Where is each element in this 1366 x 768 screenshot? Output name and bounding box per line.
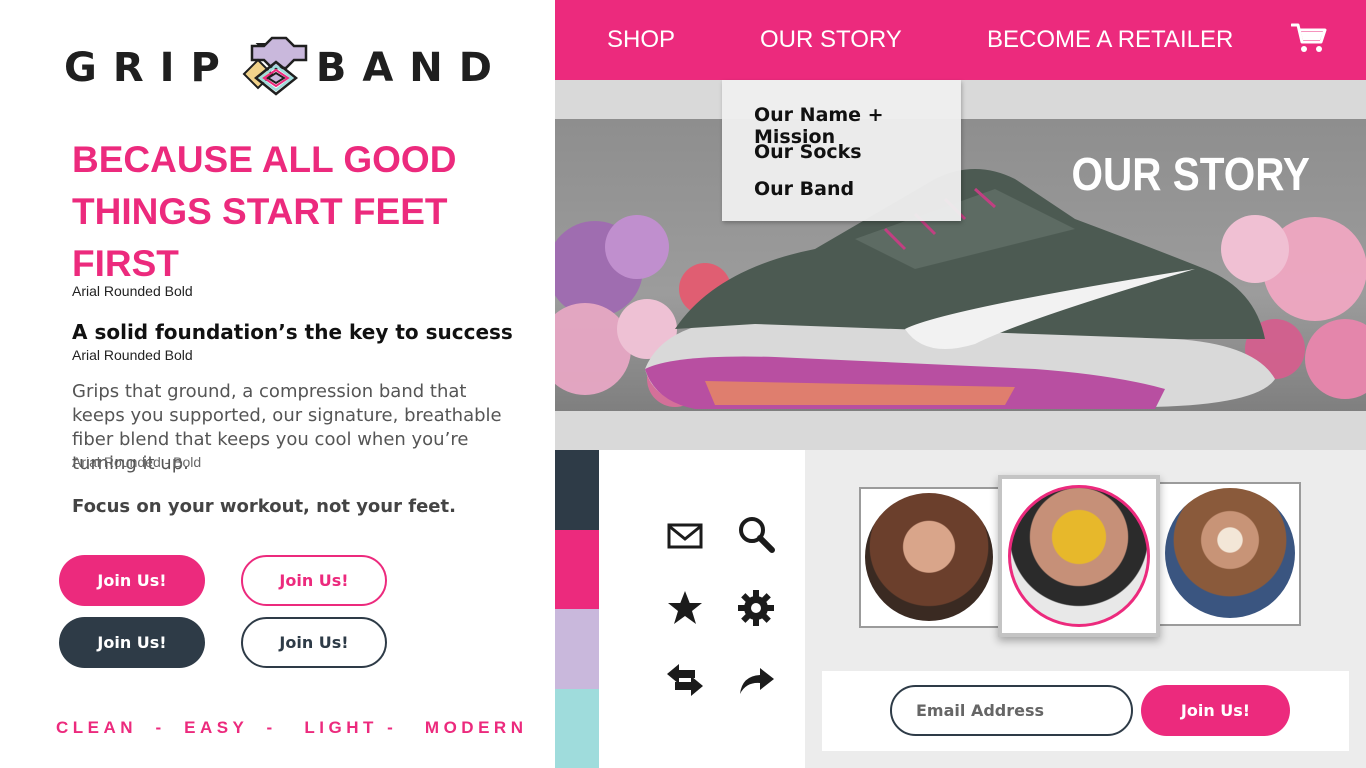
profile-card-center[interactable]: [998, 475, 1160, 637]
avatar: [1008, 485, 1150, 627]
headline: BECAUSE ALL GOOD THINGS START FEET FIRST: [72, 139, 457, 284]
logo-mark-icon: [242, 36, 308, 96]
swatch-pink: [555, 530, 599, 609]
share-arrow-icon[interactable]: [736, 660, 776, 700]
subhead-font-note: Arial Rounded Bold: [72, 347, 193, 363]
top-navigation: SHOP OUR STORY BECOME A RETAILER: [555, 0, 1366, 80]
focus-statement: Focus on your workout, not your feet.: [72, 496, 456, 517]
dropdown-item-socks[interactable]: Our Socks: [754, 141, 862, 163]
avatar: [1165, 488, 1295, 618]
search-icon[interactable]: [736, 514, 776, 554]
join-button-navy[interactable]: Join Us!: [59, 617, 205, 668]
swap-arrows-icon[interactable]: [665, 660, 705, 700]
grip-band-logo: GRIP BAND: [64, 36, 508, 100]
email-field[interactable]: [890, 685, 1133, 736]
tagline: CLEAN - EASY - LIGHT - MODERN: [56, 718, 528, 737]
logo-word-grip: GRIP: [64, 45, 236, 91]
profile-card-left[interactable]: [859, 487, 1003, 628]
nav-become-retailer[interactable]: BECOME A RETAILER: [987, 26, 1233, 54]
nav-shop[interactable]: SHOP: [607, 26, 675, 54]
join-button-pink[interactable]: Join Us!: [59, 555, 205, 606]
hero-title: OUR STORY: [1071, 148, 1310, 200]
dropdown-item-band[interactable]: Our Band: [754, 178, 854, 200]
our-story-dropdown: Our Name + Mission Our Socks Our Band: [722, 80, 961, 221]
join-button-pink-outline[interactable]: Join Us!: [241, 555, 387, 606]
swatch-lavender: [555, 609, 599, 689]
icon-set-panel: [599, 450, 805, 768]
body-font-note: Arial Rounded - Bold: [72, 454, 202, 470]
avatar: [865, 493, 993, 621]
join-button-navy-outline[interactable]: Join Us!: [241, 617, 387, 668]
nav-our-story[interactable]: OUR STORY: [760, 26, 902, 54]
signup-join-button[interactable]: Join Us!: [1141, 685, 1290, 736]
subheadline: A solid foundation’s the key to success: [72, 320, 513, 344]
logo-word-band: BAND: [315, 45, 508, 91]
mail-icon[interactable]: [665, 516, 705, 556]
headline-font-note: Arial Rounded Bold: [72, 283, 193, 299]
swatch-navy: [555, 450, 599, 530]
swatch-aqua: [555, 689, 599, 768]
style-guide-panel: GRIP BAND BECAUSE ALL GOOD THINGS START …: [0, 0, 555, 768]
star-icon[interactable]: [665, 588, 705, 628]
gear-icon[interactable]: [736, 588, 776, 628]
profile-card-right[interactable]: [1157, 482, 1301, 626]
shopping-cart-icon[interactable]: [1291, 22, 1327, 54]
